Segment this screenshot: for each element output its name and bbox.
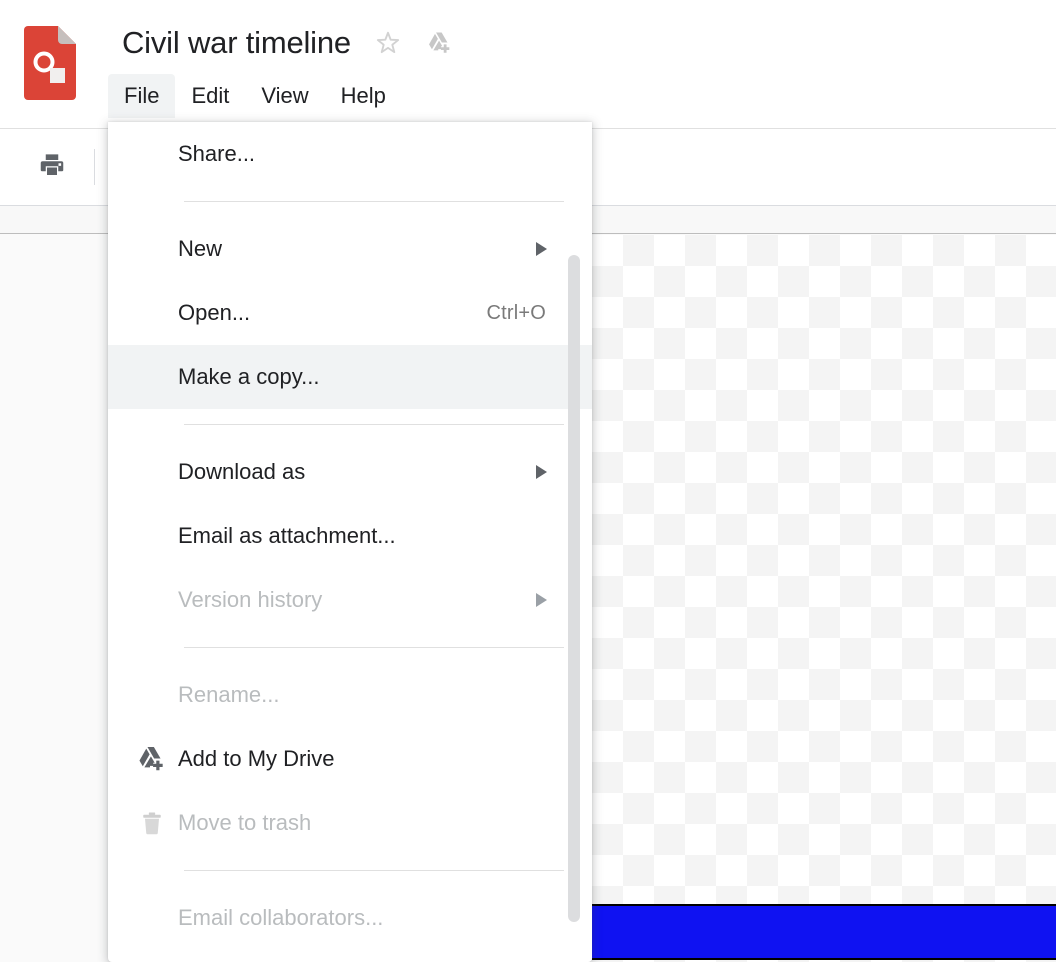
document-title-row: Civil war timeline	[122, 18, 455, 68]
menubar-item-help[interactable]: Help	[325, 74, 402, 118]
menu-item-move-to-trash: Move to trash	[108, 791, 592, 855]
icon-placeholder	[132, 452, 172, 492]
menu-scrollbar-thumb[interactable]	[568, 255, 580, 922]
menu-item-make-a-copy[interactable]: Make a copy...	[108, 345, 592, 409]
app-header: Civil war timeline File Edit View Help	[0, 0, 1056, 128]
menu-item-shortcut: Ctrl+O	[486, 301, 546, 324]
printer-icon	[37, 150, 67, 185]
menu-item-email-as-attachment[interactable]: Email as attachment...	[108, 504, 592, 568]
google-drawings-app: Civil war timeline File Edit View Help S…	[0, 0, 1056, 962]
star-outline-icon[interactable]	[373, 28, 403, 58]
file-menu-dropdown[interactable]: Share... New Open... Ctrl+O Make a copy... Do…	[108, 122, 592, 962]
icon-placeholder	[132, 898, 172, 938]
menu-item-share[interactable]: Share...	[108, 122, 592, 186]
page-title[interactable]: Civil war timeline	[122, 20, 351, 66]
menu-item-label: Download as	[178, 459, 306, 484]
print-button[interactable]	[32, 147, 72, 187]
menu-item-label: Make a copy...	[178, 364, 320, 389]
menu-item-label: Add to My Drive	[178, 746, 335, 771]
menu-separator	[184, 870, 564, 871]
chevron-right-icon	[536, 242, 547, 256]
icon-placeholder	[132, 293, 172, 333]
trash-icon	[132, 803, 172, 843]
menu-item-new[interactable]: New	[108, 217, 592, 281]
menubar-item-view[interactable]: View	[245, 74, 324, 118]
menu-separator	[184, 201, 564, 202]
add-to-drive-icon	[132, 739, 172, 779]
menu-item-download-as[interactable]: Download as	[108, 440, 592, 504]
menu-item-label: Email collaborators...	[178, 905, 384, 930]
menu-item-version-history: Version history	[108, 568, 592, 632]
menu-item-open[interactable]: Open... Ctrl+O	[108, 281, 592, 345]
menu-bar: File Edit View Help	[108, 74, 402, 118]
menu-item-email-collaborators: Email collaborators...	[108, 886, 592, 950]
google-drawings-file-icon	[24, 26, 76, 100]
icon-placeholder	[132, 580, 172, 620]
menu-item-add-to-my-drive[interactable]: Add to My Drive	[108, 727, 592, 791]
menubar-item-edit[interactable]: Edit	[175, 74, 245, 118]
file-menu-list: Share... New Open... Ctrl+O Make a copy... Do…	[108, 122, 592, 950]
menu-item-label: Version history	[178, 587, 323, 612]
menu-item-label: New	[178, 236, 223, 261]
icon-placeholder	[132, 516, 172, 556]
icon-placeholder	[132, 357, 172, 397]
menu-item-label: Open...	[178, 300, 251, 325]
menu-item-label: Share...	[178, 141, 256, 166]
menu-item-label: Email as attachment...	[178, 523, 396, 548]
chevron-right-icon	[536, 465, 547, 479]
blue-rectangle-shape[interactable]	[592, 904, 1056, 960]
chevron-right-icon	[536, 593, 547, 607]
menu-item-label: Move to trash	[178, 810, 312, 835]
icon-placeholder	[132, 675, 172, 715]
menu-item-label: Rename...	[178, 682, 280, 707]
menubar-item-file[interactable]: File	[108, 74, 176, 118]
icon-placeholder	[132, 134, 172, 174]
add-to-drive-icon[interactable]	[425, 28, 455, 58]
drawing-sheet[interactable]	[592, 235, 1056, 962]
menu-separator	[184, 424, 564, 425]
menu-separator	[184, 647, 564, 648]
menu-item-rename: Rename...	[108, 663, 592, 727]
icon-placeholder	[132, 229, 172, 269]
toolbar-divider	[94, 149, 95, 185]
